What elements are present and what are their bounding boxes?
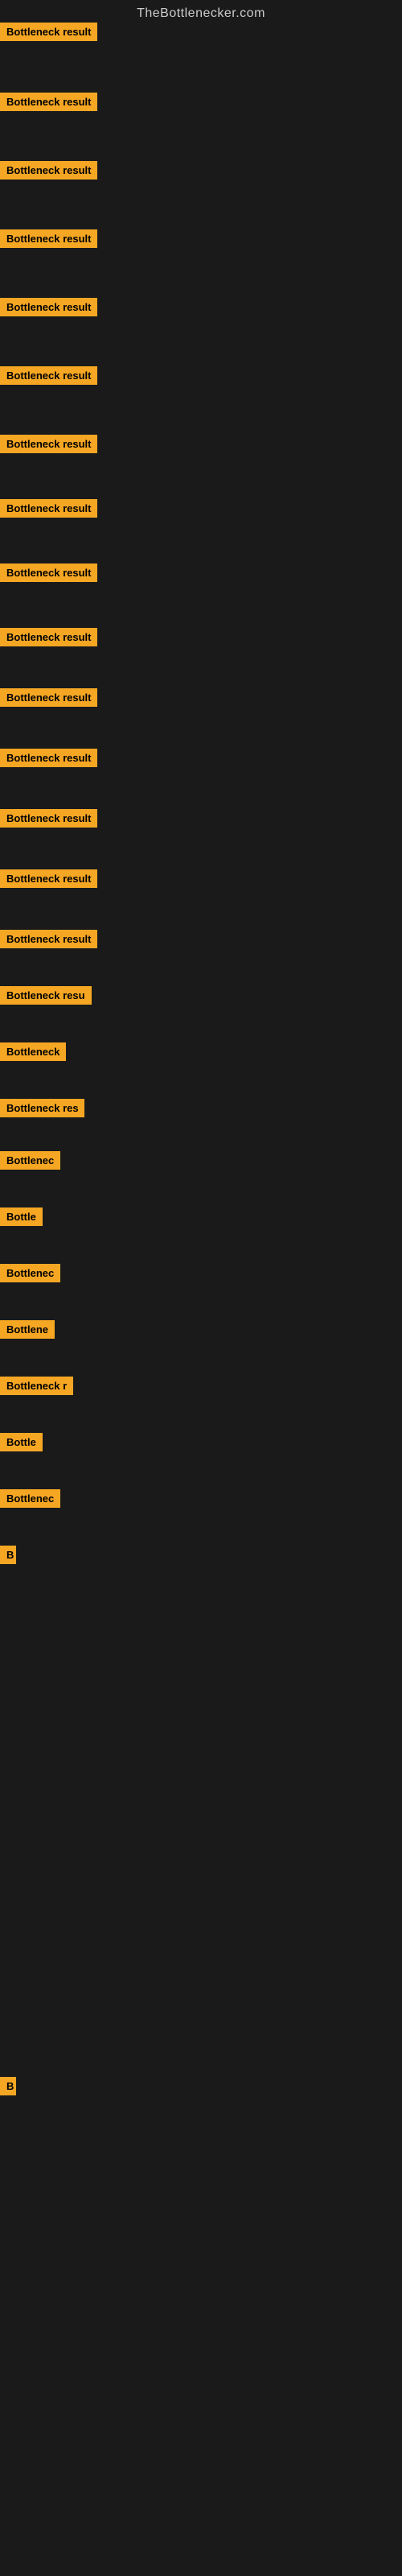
bottleneck-label: Bottleneck result bbox=[6, 369, 91, 382]
bottleneck-item: Bottleneck result bbox=[0, 366, 97, 385]
bottleneck-label: Bottlenec bbox=[6, 1492, 54, 1505]
bottleneck-item: B bbox=[0, 2077, 16, 2095]
bottleneck-badge[interactable]: Bottlenec bbox=[0, 1151, 60, 1170]
bottleneck-badge[interactable]: Bottlenec bbox=[0, 1489, 60, 1508]
bottleneck-badge[interactable]: Bottleneck resu bbox=[0, 986, 92, 1005]
bottleneck-badge[interactable]: Bottleneck result bbox=[0, 930, 97, 948]
bottleneck-label: Bottleneck result bbox=[6, 164, 91, 176]
bottleneck-badge[interactable]: Bottleneck result bbox=[0, 298, 97, 316]
bottleneck-badge[interactable]: Bottleneck bbox=[0, 1042, 66, 1061]
bottleneck-badge[interactable]: Bottleneck result bbox=[0, 628, 97, 646]
bottleneck-badge[interactable]: Bottlenec bbox=[0, 1264, 60, 1282]
bottleneck-badge[interactable]: B bbox=[0, 2077, 16, 2095]
bottleneck-item: Bottleneck result bbox=[0, 23, 97, 41]
bottleneck-item: Bottlenec bbox=[0, 1489, 60, 1508]
bottleneck-badge[interactable]: Bottleneck result bbox=[0, 564, 97, 582]
bottleneck-label: Bottle bbox=[6, 1436, 36, 1448]
bottleneck-item: Bottlenec bbox=[0, 1151, 60, 1170]
bottleneck-label: Bottleneck result bbox=[6, 752, 91, 764]
bottleneck-label: Bottleneck r bbox=[6, 1380, 67, 1392]
bottleneck-label: Bottleneck result bbox=[6, 567, 91, 579]
bottleneck-item: Bottleneck result bbox=[0, 229, 97, 248]
bottleneck-badge[interactable]: Bottleneck r bbox=[0, 1377, 73, 1395]
bottleneck-label: Bottleneck result bbox=[6, 631, 91, 643]
bottleneck-label: Bottleneck result bbox=[6, 502, 91, 514]
bottleneck-item: Bottleneck resu bbox=[0, 986, 92, 1005]
bottleneck-badge[interactable]: B bbox=[0, 1546, 16, 1564]
bottleneck-item: B bbox=[0, 1546, 16, 1564]
bottleneck-badge[interactable]: Bottleneck result bbox=[0, 93, 97, 111]
bottleneck-badge[interactable]: Bottleneck result bbox=[0, 499, 97, 518]
bottleneck-badge[interactable]: Bottleneck result bbox=[0, 749, 97, 767]
bottleneck-item: Bottleneck res bbox=[0, 1099, 84, 1117]
bottleneck-label: Bottleneck bbox=[6, 1046, 59, 1058]
bottleneck-label: Bottle bbox=[6, 1211, 36, 1223]
site-header: TheBottlenecker.com bbox=[0, 0, 402, 24]
bottleneck-badge[interactable]: Bottleneck result bbox=[0, 435, 97, 453]
bottleneck-item: Bottleneck result bbox=[0, 628, 97, 646]
bottleneck-label: Bottleneck resu bbox=[6, 989, 85, 1001]
bottleneck-label: Bottlenec bbox=[6, 1154, 54, 1166]
bottleneck-item: Bottleneck result bbox=[0, 809, 97, 828]
bottleneck-badge[interactable]: Bottleneck result bbox=[0, 688, 97, 707]
bottleneck-badge[interactable]: Bottleneck result bbox=[0, 23, 97, 41]
bottleneck-item: Bottleneck result bbox=[0, 93, 97, 111]
bottleneck-label: B bbox=[6, 1549, 14, 1561]
bottleneck-badge[interactable]: Bottleneck res bbox=[0, 1099, 84, 1117]
bottleneck-item: Bottleneck result bbox=[0, 435, 97, 453]
bottleneck-label: Bottleneck result bbox=[6, 873, 91, 885]
bottleneck-label: Bottleneck result bbox=[6, 26, 91, 38]
site-title: TheBottlenecker.com bbox=[0, 0, 402, 24]
bottleneck-item: Bottlenec bbox=[0, 1264, 60, 1282]
bottleneck-badge[interactable]: Bottleneck result bbox=[0, 229, 97, 248]
bottleneck-label: Bottleneck result bbox=[6, 933, 91, 945]
bottleneck-item: Bottleneck result bbox=[0, 869, 97, 888]
bottleneck-item: Bottleneck result bbox=[0, 749, 97, 767]
bottleneck-item: Bottleneck r bbox=[0, 1377, 73, 1395]
bottleneck-label: Bottleneck result bbox=[6, 96, 91, 108]
bottleneck-badge[interactable]: Bottleneck result bbox=[0, 869, 97, 888]
bottleneck-label: Bottleneck result bbox=[6, 301, 91, 313]
bottleneck-label: Bottleneck result bbox=[6, 812, 91, 824]
bottleneck-item: Bottleneck result bbox=[0, 499, 97, 518]
bottleneck-item: Bottle bbox=[0, 1208, 43, 1226]
bottleneck-label: Bottleneck res bbox=[6, 1102, 79, 1114]
bottleneck-badge[interactable]: Bottleneck result bbox=[0, 366, 97, 385]
bottleneck-label: Bottleneck result bbox=[6, 438, 91, 450]
bottleneck-label: B bbox=[6, 2080, 14, 2092]
bottleneck-badge[interactable]: Bottle bbox=[0, 1433, 43, 1451]
bottleneck-item: Bottleneck result bbox=[0, 564, 97, 582]
bottleneck-label: Bottleneck result bbox=[6, 691, 91, 704]
bottleneck-item: Bottleneck result bbox=[0, 298, 97, 316]
bottleneck-badge[interactable]: Bottleneck result bbox=[0, 809, 97, 828]
bottleneck-item: Bottlene bbox=[0, 1320, 55, 1339]
bottleneck-label: Bottlene bbox=[6, 1323, 48, 1335]
bottleneck-badge[interactable]: Bottleneck result bbox=[0, 161, 97, 180]
bottleneck-item: Bottleneck result bbox=[0, 688, 97, 707]
bottleneck-item: Bottleneck result bbox=[0, 161, 97, 180]
bottleneck-item: Bottleneck bbox=[0, 1042, 66, 1061]
bottleneck-item: Bottleneck result bbox=[0, 930, 97, 948]
bottleneck-badge[interactable]: Bottle bbox=[0, 1208, 43, 1226]
bottleneck-item: Bottle bbox=[0, 1433, 43, 1451]
bottleneck-label: Bottleneck result bbox=[6, 233, 91, 245]
bottleneck-label: Bottlenec bbox=[6, 1267, 54, 1279]
bottleneck-badge[interactable]: Bottlene bbox=[0, 1320, 55, 1339]
